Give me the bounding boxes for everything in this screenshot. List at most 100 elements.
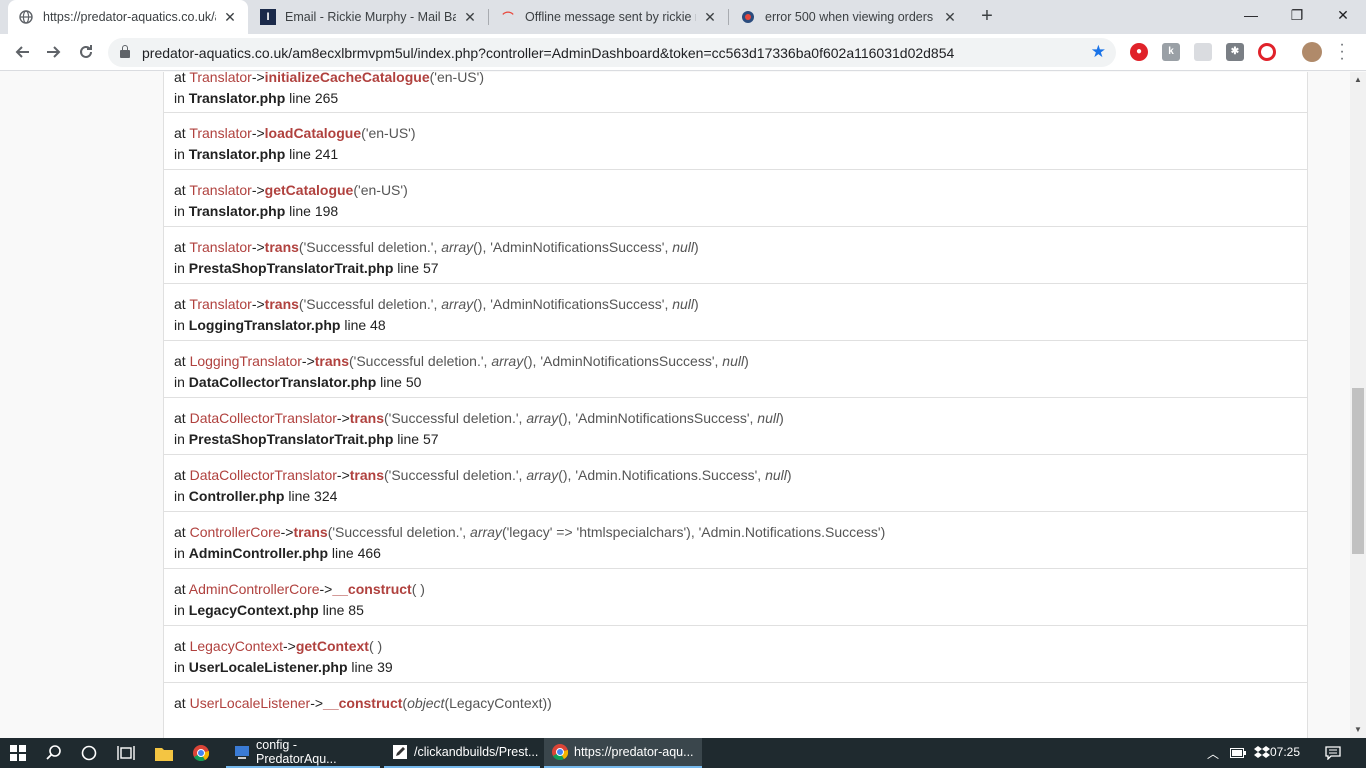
line-number: line 466 — [331, 545, 381, 561]
frame-location: in PrestaShopTranslatorTrait.php line 57 — [174, 257, 1297, 277]
profile-avatar[interactable] — [1302, 42, 1322, 62]
method-name: __construct — [332, 581, 412, 597]
at-label: at — [174, 410, 190, 426]
stack-frame: at Translator->getCatalogue('en-US') in T… — [163, 170, 1308, 227]
at-label: at — [174, 125, 190, 141]
arg-type: array — [470, 524, 502, 540]
arg-value: 'Successful deletion.', — [303, 239, 442, 255]
close-window-button[interactable]: ✕ — [1320, 0, 1366, 30]
tab-separator — [488, 9, 489, 25]
url-text[interactable]: predator-aquatics.co.uk/am8ecxlbrmvpm5ul… — [142, 45, 954, 61]
arrow-operator: -> — [336, 410, 350, 426]
close-icon[interactable]: ✕ — [462, 9, 478, 26]
frame-location: in Translator.php line 241 — [174, 143, 1297, 163]
show-hidden-icons-chevron-icon[interactable]: ︿ — [1207, 738, 1219, 768]
scroll-up-arrow-icon[interactable]: ▲ — [1350, 72, 1366, 88]
extension-k-icon[interactable]: k — [1162, 43, 1180, 61]
clock[interactable]: 07:25 — [1270, 745, 1300, 759]
stack-trace: at Translator -> initializeCacheCatalogue (… — [163, 72, 1308, 738]
tab-predator-admin[interactable]: https://predator-aquatics.co.uk/a ✕ — [8, 0, 248, 34]
arg-value: 'Successful deletion.', — [388, 410, 527, 426]
args-close-paren: ) — [779, 410, 784, 426]
frame-call: at Translator->initializeCacheCatalogue(… — [174, 72, 1297, 87]
extension-bug-icon[interactable]: ✱ — [1226, 43, 1244, 61]
args-close-paren: ) — [786, 467, 792, 483]
task-view-button[interactable] — [117, 738, 135, 768]
lock-icon[interactable] — [120, 45, 130, 58]
file-name: UserLocaleListener.php — [188, 659, 348, 675]
scroll-down-arrow-icon[interactable]: ▼ — [1350, 722, 1366, 738]
frame-call: at Translator->trans('Successful deletio… — [174, 237, 1297, 257]
close-icon[interactable]: ✕ — [702, 9, 718, 26]
arg-value: (), 'AdminNotificationsSuccess', — [473, 239, 673, 255]
scrollbar-thumb[interactable] — [1352, 388, 1364, 554]
extension-grey-icon[interactable] — [1194, 43, 1212, 61]
frame-call: at DataCollectorTranslator->trans('Succe… — [174, 408, 1297, 428]
at-label: at — [174, 182, 190, 198]
method-name: getCatalogue — [264, 182, 354, 198]
reload-button[interactable] — [74, 40, 98, 64]
close-icon[interactable]: ✕ — [222, 9, 238, 26]
taskbar-app-chrome[interactable]: https://predator-aqu... — [544, 738, 702, 768]
forward-button[interactable] — [42, 40, 66, 64]
tab-title: Email - Rickie Murphy - Mail Basic — [285, 10, 456, 24]
class-name: Translator — [189, 182, 252, 198]
close-icon[interactable]: ✕ — [942, 9, 958, 26]
tab-title: error 500 when viewing orders ad — [765, 10, 936, 24]
method-name: initializeCacheCatalogue — [264, 72, 430, 85]
frame-location: in AdminController.php line 466 — [174, 542, 1297, 562]
bookmark-star-icon[interactable]: ★ — [1091, 42, 1106, 62]
tab-error-500[interactable]: error 500 when viewing orders ad ✕ — [730, 0, 968, 34]
method-name: trans — [293, 524, 328, 540]
browser-menu-icon[interactable]: · · · — [1336, 37, 1348, 67]
remote-app-icon — [235, 746, 249, 759]
args-close-paren: ) — [694, 296, 699, 312]
in-label: in — [174, 203, 189, 219]
vertical-scrollbar[interactable]: ▲ ▼ — [1350, 72, 1366, 738]
line-number: line 265 — [289, 90, 339, 106]
minimize-button[interactable]: — — [1228, 0, 1274, 30]
file-explorer-button[interactable] — [155, 738, 173, 768]
adblock-icon[interactable]: ● — [1130, 43, 1148, 61]
restore-button[interactable]: ❐ — [1274, 0, 1320, 30]
frame-call: at AdminControllerCore->__construct( ) — [174, 579, 1297, 599]
arrow-operator: -> — [251, 239, 265, 255]
new-tab-button[interactable]: + — [976, 5, 998, 27]
address-bar[interactable]: predator-aquatics.co.uk/am8ecxlbrmvpm5ul… — [108, 38, 1116, 67]
frame-call: at Translator->getCatalogue('en-US') — [174, 180, 1297, 200]
at-label: at — [174, 581, 189, 597]
chat-bubble-icon: ⌒ — [502, 12, 514, 24]
folder-icon — [155, 747, 173, 761]
args-close-paren: ) — [694, 239, 699, 255]
search-button[interactable] — [46, 738, 62, 768]
chrome-icon — [552, 744, 568, 760]
file-name: PrestaShopTranslatorTrait.php — [188, 260, 394, 276]
tab-offline-message[interactable]: ⌒ Offline message sent by rickie mu ✕ — [490, 0, 728, 34]
stack-frame: at DataCollectorTranslator->trans('Succe… — [163, 398, 1308, 455]
in-label: in — [174, 431, 189, 447]
cortana-button[interactable] — [81, 738, 97, 768]
taskbar-app-config[interactable]: config - PredatorAqu... — [226, 738, 380, 768]
class-name: DataCollectorTranslator — [189, 410, 337, 426]
args-close-paren: ) — [420, 581, 425, 597]
chrome-pinned-button[interactable] — [193, 738, 209, 768]
back-button[interactable] — [10, 40, 34, 64]
tab-email[interactable]: I Email - Rickie Murphy - Mail Basic ✕ — [250, 0, 488, 34]
in-label: in — [174, 146, 189, 162]
arrow-operator: -> — [319, 581, 333, 597]
start-button[interactable] — [10, 738, 26, 768]
method-name: __construct — [323, 695, 403, 711]
taskbar-app-clickandbuilds[interactable]: /clickandbuilds/Prest... — [384, 738, 540, 768]
class-name: Translator — [189, 72, 252, 85]
dropbox-icon[interactable] — [1254, 738, 1270, 768]
class-name: UserLocaleListener — [189, 695, 311, 711]
line-number: line 57 — [397, 260, 439, 276]
taskbar-app-label: /clickandbuilds/Prest... — [414, 745, 539, 759]
extension-target-icon[interactable] — [1258, 43, 1276, 61]
action-center-icon[interactable] — [1325, 738, 1341, 768]
battery-icon[interactable] — [1230, 738, 1246, 768]
arg-value: (), 'AdminNotificationsSuccess', — [473, 296, 673, 312]
arg-value: 'en-US' — [358, 182, 404, 198]
args-close-paren: ) — [403, 182, 408, 198]
at-label: at — [174, 296, 190, 312]
